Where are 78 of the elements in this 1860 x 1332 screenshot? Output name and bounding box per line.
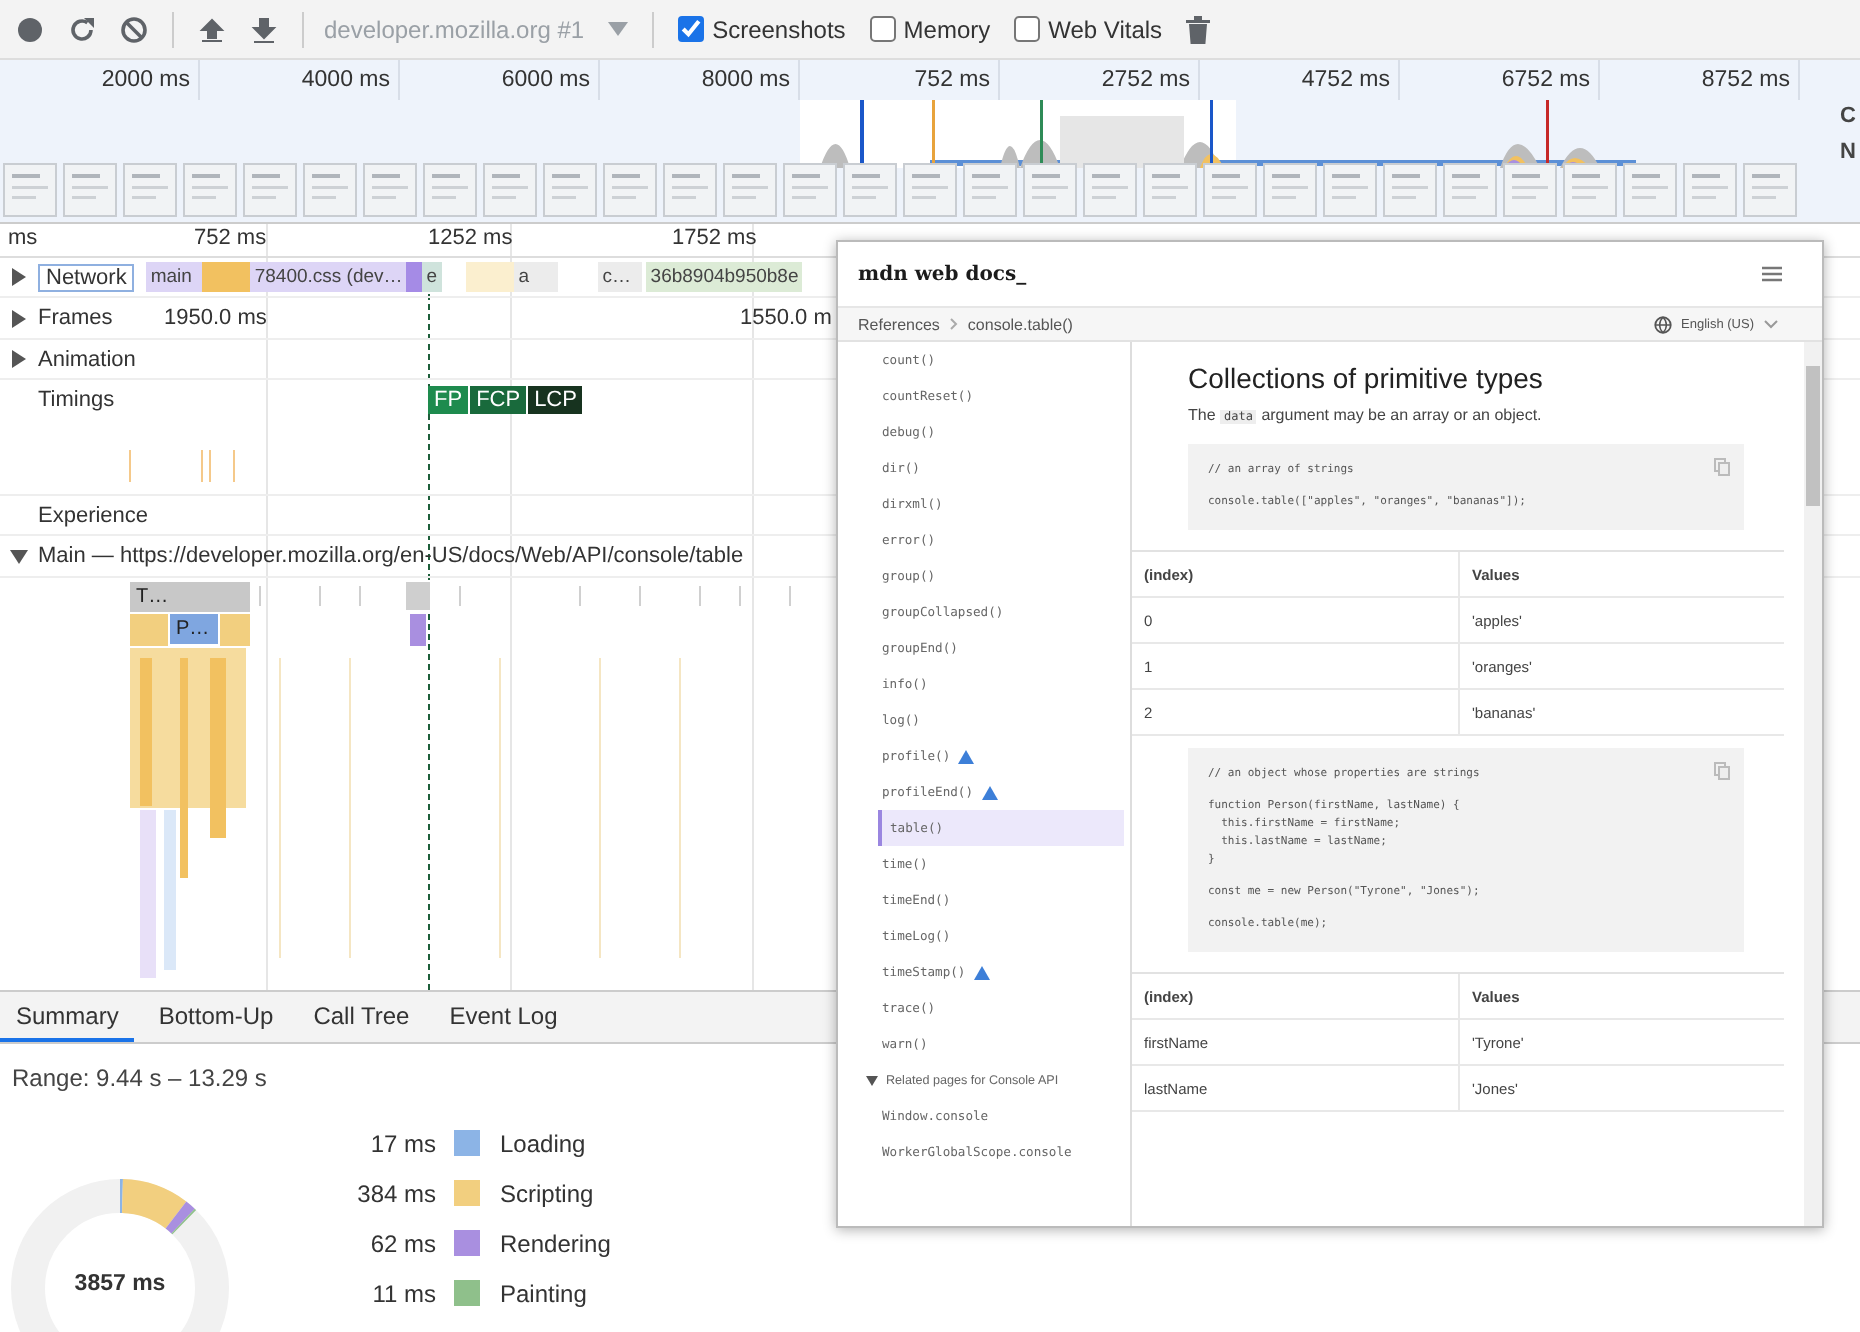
track-label[interactable]: Experience	[38, 503, 149, 527]
frame-duration: 1550.0 m	[740, 306, 832, 330]
lane-label: N	[1840, 140, 1858, 164]
lane-label: C	[1840, 104, 1858, 128]
track-label[interactable]: Network	[38, 263, 135, 291]
clear-icon[interactable]	[120, 15, 148, 43]
timing-marker[interactable]: FP	[428, 386, 469, 414]
flame-block[interactable]: P…	[170, 614, 218, 644]
checkbox[interactable]	[869, 16, 896, 42]
network-request-bar[interactable]: 78400.css (dev…	[250, 262, 407, 292]
network-request-bar[interactable]: main	[146, 262, 203, 292]
ruler-tick-label: 1752 ms	[670, 226, 757, 250]
timing-marker[interactable]: FCP	[470, 386, 527, 414]
network-request-bar[interactable]: c…	[598, 262, 643, 292]
overview-tick-label: 2000 ms	[101, 68, 190, 92]
trash-icon[interactable]	[1186, 15, 1211, 43]
ruler-tick-label: 752 ms	[192, 226, 267, 250]
chevron-right-icon	[949, 318, 958, 330]
tab[interactable]: Event Log	[433, 992, 574, 1042]
collapse-triangle-icon[interactable]	[10, 547, 28, 565]
category-label: Rendering	[500, 1229, 611, 1257]
overview-tick-label: 752 ms	[914, 68, 990, 92]
overview-tick-label: 6752 ms	[1501, 68, 1590, 92]
checkbox-label: Web Vitals	[1048, 15, 1163, 43]
caret-icon[interactable]	[608, 21, 629, 37]
overview-tick-label: 8752 ms	[1701, 68, 1790, 92]
track-label[interactable]: Animation	[38, 347, 136, 371]
category-label: Loading	[500, 1129, 586, 1157]
timing-marker[interactable]: LCP	[528, 386, 583, 414]
overview-tick-label: 4752 ms	[1301, 68, 1390, 92]
network-request-bar[interactable]: a	[514, 262, 559, 292]
checkbox[interactable]	[678, 16, 705, 42]
expand-triangle-icon[interactable]	[10, 309, 28, 327]
record-icon[interactable]	[16, 15, 44, 43]
download-icon[interactable]	[250, 15, 278, 43]
network-request-bar[interactable]: 36b8904b950b8e	[646, 262, 803, 292]
menu-icon[interactable]	[1762, 266, 1782, 282]
frame-duration: 1950.0 ms	[164, 306, 267, 330]
chevron-down-icon[interactable]	[1764, 319, 1778, 329]
section-heading: Collections of primitive types	[1188, 362, 1545, 394]
network-request-bar[interactable]	[406, 262, 423, 292]
breadcrumb-link[interactable]: References	[858, 315, 940, 333]
collapse-triangle-icon[interactable]	[866, 1075, 878, 1085]
tab[interactable]: Summary	[0, 992, 135, 1042]
checkbox[interactable]	[1014, 16, 1041, 42]
category-label: Scripting	[500, 1179, 594, 1207]
overview-tick-label: 4000 ms	[301, 68, 390, 92]
expand-triangle-icon[interactable]	[10, 350, 28, 368]
range-text: Range: 9.44 s – 13.29 s	[12, 1064, 267, 1092]
category-duration: 62 ms	[368, 1229, 436, 1257]
tab[interactable]: Call Tree	[297, 992, 426, 1042]
copy-icon[interactable]	[1714, 762, 1730, 780]
checkbox-label: Screenshots	[712, 15, 846, 43]
overview-tick-label: 8000 ms	[701, 68, 790, 92]
breadcrumb-link[interactable]: console.table()	[967, 315, 1073, 333]
overview-tick-label: 6000 ms	[501, 68, 590, 92]
track-label[interactable]: Frames	[38, 306, 113, 330]
ruler-tick-label: 1252 ms	[426, 226, 513, 250]
track-label[interactable]: Main — https://developer.mozilla.org/en-US/docs/Web/API/console/table	[38, 544, 744, 568]
ruler-tick-label: ms	[6, 226, 38, 250]
category-label: Painting	[500, 1279, 587, 1307]
category-duration: 17 ms	[368, 1129, 436, 1157]
network-request-bar[interactable]: e	[422, 262, 443, 292]
upload-icon[interactable]	[198, 15, 226, 43]
reload-icon[interactable]	[68, 15, 96, 43]
copy-icon[interactable]	[1714, 458, 1730, 476]
overview-tick-label: 2752 ms	[1101, 68, 1190, 92]
flame-block[interactable]: T…	[130, 582, 250, 612]
category-duration: 384 ms	[355, 1179, 436, 1207]
total-duration: 3857 ms	[72, 1272, 168, 1296]
scrollbar[interactable]	[1804, 342, 1822, 1226]
checkbox-label: Memory	[903, 15, 991, 43]
mdn-logo[interactable]: mdn web docs_	[858, 263, 1027, 285]
track-label[interactable]: Timings	[38, 388, 115, 412]
expand-triangle-icon[interactable]	[10, 268, 28, 286]
tab[interactable]: Bottom-Up	[142, 992, 290, 1042]
category-duration: 11 ms	[370, 1279, 436, 1307]
globe-icon	[1653, 315, 1672, 333]
